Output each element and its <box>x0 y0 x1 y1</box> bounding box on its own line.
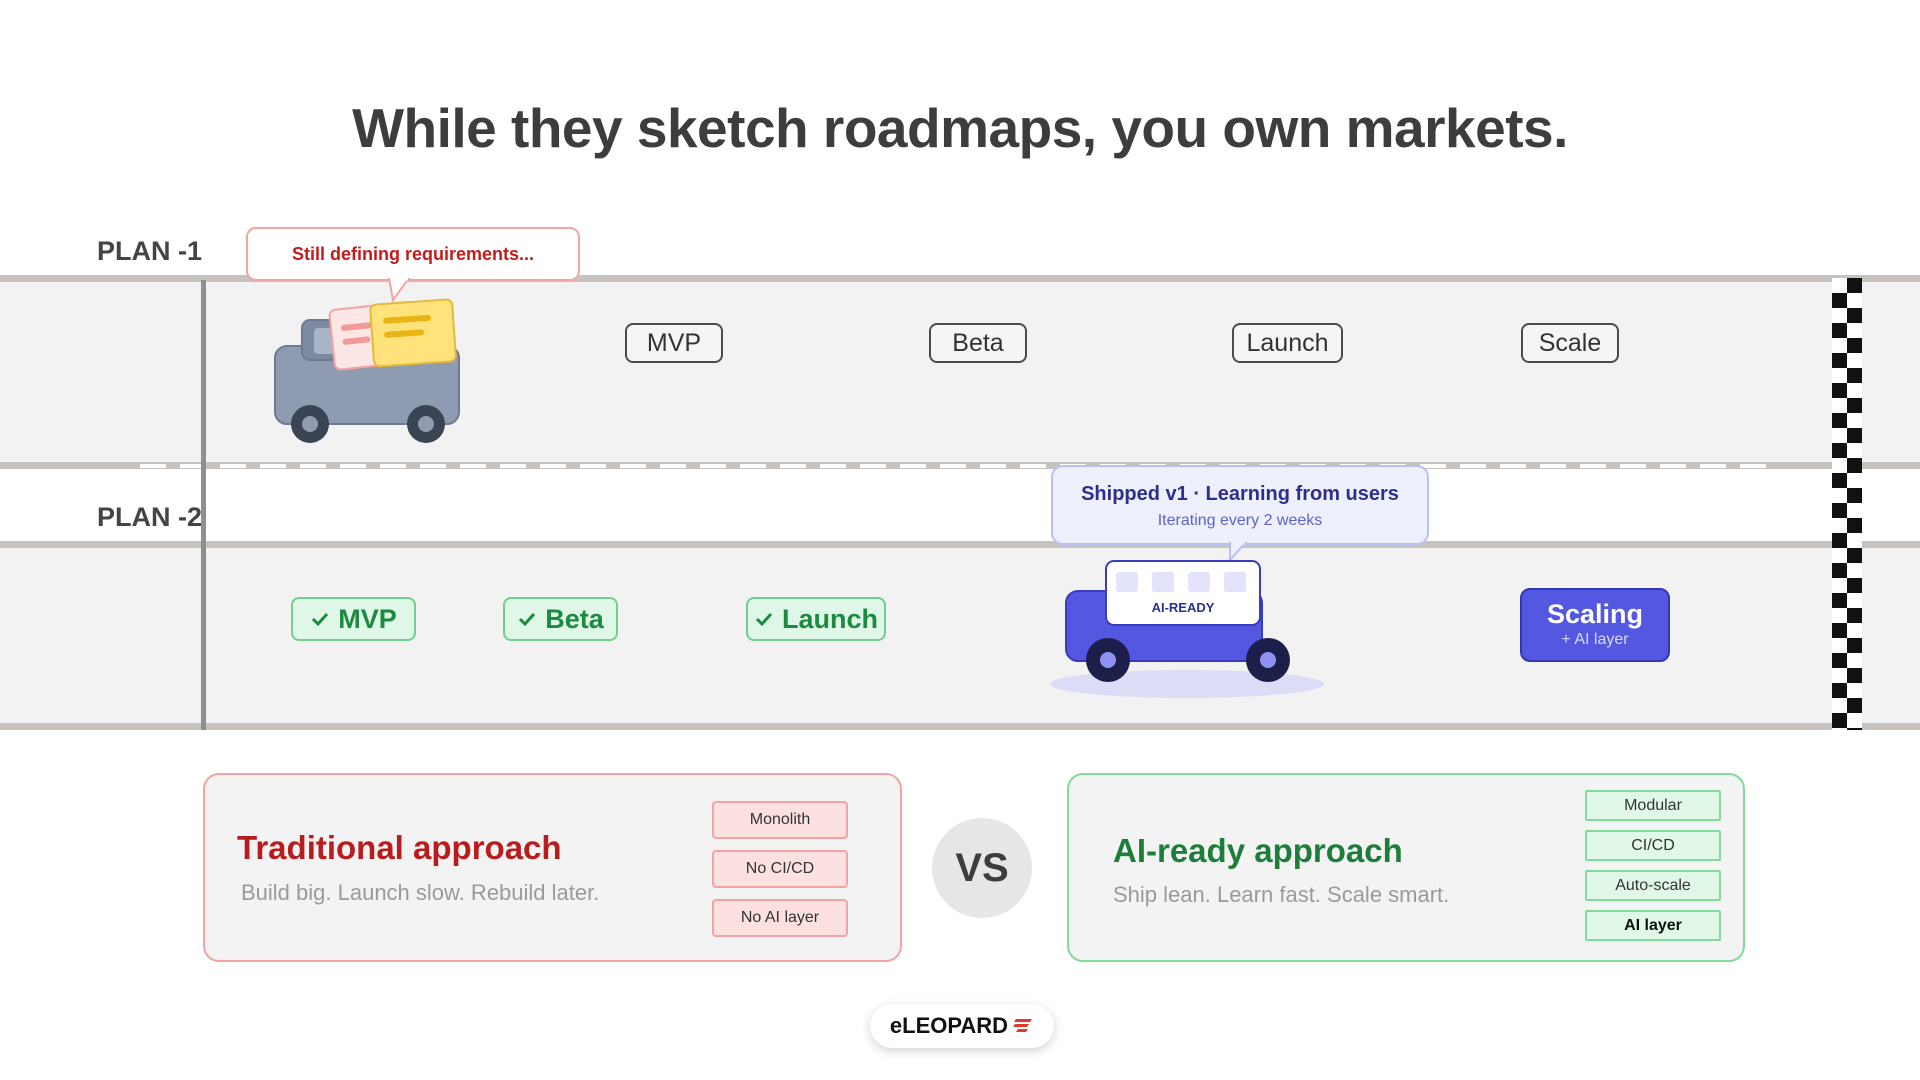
check-icon <box>312 612 329 627</box>
chip-monolith: Monolith <box>712 801 848 839</box>
ai-ready-approach-title: AI-ready approach <box>1113 832 1403 869</box>
chip-no-ci-cd: No CI/CD <box>712 850 848 888</box>
check-icon <box>755 612 773 627</box>
vs-badge: VS <box>932 818 1032 918</box>
scaling-title: Scaling <box>1546 599 1644 629</box>
milestone-mvp: MVP <box>625 323 723 363</box>
start-line <box>201 280 206 730</box>
brand-pill: eLEOPARD <box>870 1004 1054 1048</box>
brand-name: eLEOPARD <box>889 1013 1009 1038</box>
chip-ai-layer: AI layer <box>1585 910 1721 941</box>
chip-no-ai-layer: No AI layer <box>712 899 848 937</box>
traditional-approach-title: Traditional approach <box>237 829 562 866</box>
requirements-bubble: Still defining requirements... <box>246 227 580 281</box>
milestone-scale: Scale <box>1521 323 1619 363</box>
milestone-launch: Launch <box>1232 323 1343 363</box>
lane-2-bottom-rail <box>0 723 1920 730</box>
speed-stripes-icon <box>1013 1019 1033 1032</box>
completed-mvp: MVP <box>291 597 416 641</box>
shipped-bubble-subtitle: Iterating every 2 weeks <box>1157 512 1323 529</box>
completed-beta-label: Beta <box>545 603 604 634</box>
shipped-bubble: Shipped v1 · Learning from users Iterati… <box>1051 465 1429 545</box>
plan-2-label: PLAN -2 <box>97 502 203 532</box>
chip-modular: Modular <box>1585 790 1721 821</box>
scaling-subtitle: + AI layer <box>1561 631 1629 648</box>
completed-mvp-label: MVP <box>338 603 397 634</box>
lane-divider-dashes <box>140 464 1780 468</box>
completed-beta: Beta <box>503 597 618 641</box>
traditional-approach-subtitle: Build big. Launch slow. Rebuild later. <box>241 880 600 905</box>
finish-line-checkered <box>1832 278 1862 730</box>
page-title: While they sketch roadmaps, you own mark… <box>352 97 1568 159</box>
check-icon <box>519 612 536 627</box>
lane-2-top-rail <box>0 541 1920 548</box>
ai-ready-car-label: AI-READY <box>1151 600 1215 615</box>
requirements-bubble-text: Still defining requirements... <box>291 243 535 264</box>
ai-ready-approach-subtitle: Ship lean. Learn fast. Scale smart. <box>1113 882 1450 907</box>
milestone-beta: Beta <box>929 323 1027 363</box>
scaling-badge: Scaling + AI layer <box>1520 588 1670 662</box>
completed-launch-label: Launch <box>781 603 878 634</box>
chip-auto-scale: Auto-scale <box>1585 870 1721 901</box>
old-van-icon <box>274 298 460 443</box>
shipped-bubble-title: Shipped v1 · Learning from users <box>1081 483 1399 505</box>
ai-car-icon <box>1050 560 1324 698</box>
completed-launch: Launch <box>746 597 886 641</box>
chip-ci-cd: CI/CD <box>1585 830 1721 861</box>
plan-1-label: PLAN -1 <box>97 236 203 266</box>
